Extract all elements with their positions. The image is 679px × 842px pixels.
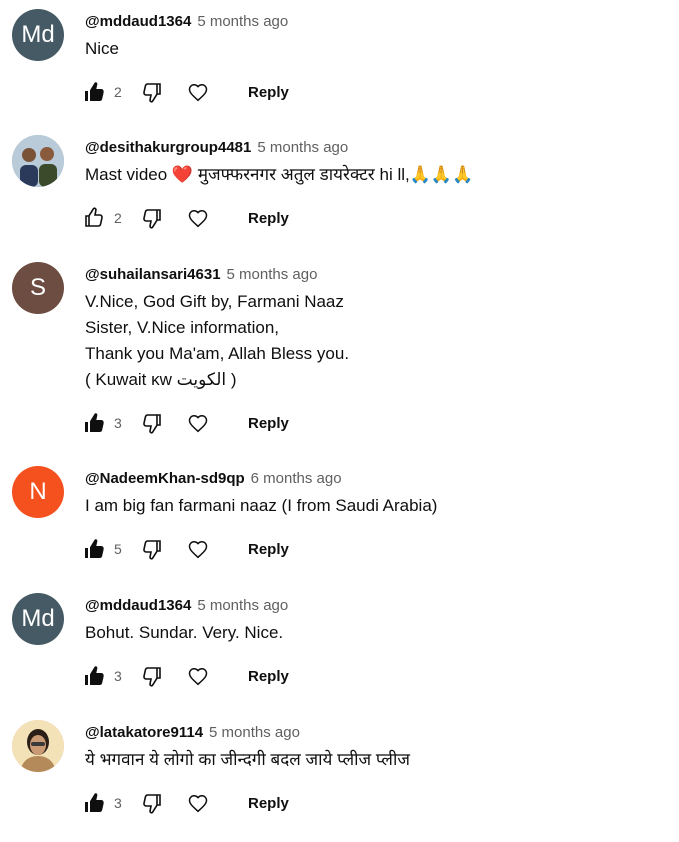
heart-button[interactable]	[186, 537, 210, 561]
comment-item: Md @mddaud1364 5 months ago Nice 2 Reply	[0, 0, 679, 126]
comment-time[interactable]: 5 months ago	[257, 139, 348, 156]
comment-time[interactable]: 6 months ago	[251, 470, 342, 487]
heart-button[interactable]	[186, 206, 210, 230]
thumbs-up-filled-icon	[85, 666, 104, 685]
avatar[interactable]	[12, 720, 64, 772]
heart-icon	[188, 415, 208, 433]
comment-text: ये भगवान ये लोगो का जीन्दगी बदल जाये प्ल…	[85, 750, 410, 769]
heart-icon	[188, 541, 208, 559]
comment-author[interactable]: @NadeemKhan-sd9qp	[85, 470, 245, 487]
like-button[interactable]: 3	[82, 664, 128, 688]
thumbs-up-icon	[85, 207, 103, 227]
dislike-button[interactable]	[140, 791, 164, 815]
avatar[interactable]: Md	[12, 9, 64, 61]
reply-button[interactable]: Reply	[248, 415, 289, 432]
comment-text: I am big fan farmani naaz (I from Saudi …	[85, 496, 438, 515]
like-count: 3	[114, 668, 122, 684]
like-count: 2	[114, 84, 122, 100]
avatar-initials: S	[29, 274, 46, 301]
comment-item: N @NadeemKhan-sd9qp 6 months ago I am big…	[0, 457, 679, 584]
comment-text: V.Nice, God Gift by, Farmani Naaz Sister…	[85, 292, 350, 389]
reply-button[interactable]: Reply	[248, 84, 289, 101]
thumbs-down-icon	[143, 794, 161, 814]
avatar-photo	[12, 135, 64, 187]
heart-button[interactable]	[186, 791, 210, 815]
like-count: 3	[114, 795, 122, 811]
comment-time[interactable]: 5 months ago	[209, 724, 300, 741]
avatar[interactable]: N	[12, 466, 64, 518]
avatar-initials: N	[29, 478, 47, 505]
thumbs-down-icon	[143, 209, 161, 229]
comment-item: S @suhailansari4631 5 months ago V.Nice, …	[0, 253, 679, 457]
thumbs-down-icon	[143, 667, 161, 687]
thumbs-up-filled-icon	[85, 413, 104, 432]
dislike-button[interactable]	[140, 537, 164, 561]
heart-button[interactable]	[186, 80, 210, 104]
comment-text: Mast video ❤️ मुजफ्फरनगर अतुल डायरेक्टर …	[85, 165, 474, 184]
like-button[interactable]: 2	[82, 206, 128, 230]
thumbs-up-filled-icon	[85, 539, 104, 558]
like-count: 5	[114, 541, 122, 557]
thumbs-down-icon	[143, 83, 161, 103]
thumbs-up-filled-icon	[85, 82, 104, 101]
dislike-button[interactable]	[140, 411, 164, 435]
avatar-photo	[12, 720, 64, 772]
comment-item: @latakatore9114 5 months ago ये भगवान ये …	[0, 711, 679, 842]
reply-button[interactable]: Reply	[248, 541, 289, 558]
avatar-initials: Md	[21, 21, 55, 48]
dislike-button[interactable]	[140, 80, 164, 104]
heart-icon	[188, 668, 208, 686]
comment-item: @desithakurgroup4481 5 months ago Mast vi…	[0, 126, 679, 253]
like-button[interactable]: 3	[82, 791, 128, 815]
thumbs-down-icon	[143, 540, 161, 560]
avatar[interactable]	[12, 135, 64, 187]
comment-time[interactable]: 5 months ago	[197, 13, 288, 30]
comment-author[interactable]: @desithakurgroup4481	[85, 139, 251, 156]
comment-time[interactable]: 5 months ago	[227, 266, 318, 283]
thumbs-down-icon	[143, 414, 161, 434]
comment-author[interactable]: @mddaud1364	[85, 13, 191, 30]
comments-list: Md @mddaud1364 5 months ago Nice 2 Reply	[0, 0, 679, 842]
comment-time[interactable]: 5 months ago	[197, 597, 288, 614]
comment-text: Nice	[85, 39, 120, 58]
heart-icon	[188, 210, 208, 228]
like-button[interactable]: 5	[82, 537, 128, 561]
like-count: 3	[114, 415, 122, 431]
reply-button[interactable]: Reply	[248, 210, 289, 227]
dislike-button[interactable]	[140, 206, 164, 230]
comment-author[interactable]: @suhailansari4631	[85, 266, 221, 283]
like-count: 2	[114, 210, 122, 226]
avatar-initials: Md	[21, 605, 55, 632]
reply-button[interactable]: Reply	[248, 668, 289, 685]
like-button[interactable]: 3	[82, 411, 128, 435]
comment-author[interactable]: @latakatore9114	[85, 724, 203, 741]
heart-button[interactable]	[186, 411, 210, 435]
heart-button[interactable]	[186, 664, 210, 688]
comment-item: Md @mddaud1364 5 months ago Bohut. Sundar…	[0, 584, 679, 711]
thumbs-up-filled-icon	[85, 793, 104, 812]
comment-author[interactable]: @mddaud1364	[85, 597, 191, 614]
comment-text: Bohut. Sundar. Very. Nice.	[85, 623, 284, 642]
dislike-button[interactable]	[140, 664, 164, 688]
avatar[interactable]: Md	[12, 593, 64, 645]
avatar[interactable]: S	[12, 262, 64, 314]
heart-icon	[188, 84, 208, 102]
like-button[interactable]: 2	[82, 80, 128, 104]
reply-button[interactable]: Reply	[248, 795, 289, 812]
heart-icon	[188, 795, 208, 813]
